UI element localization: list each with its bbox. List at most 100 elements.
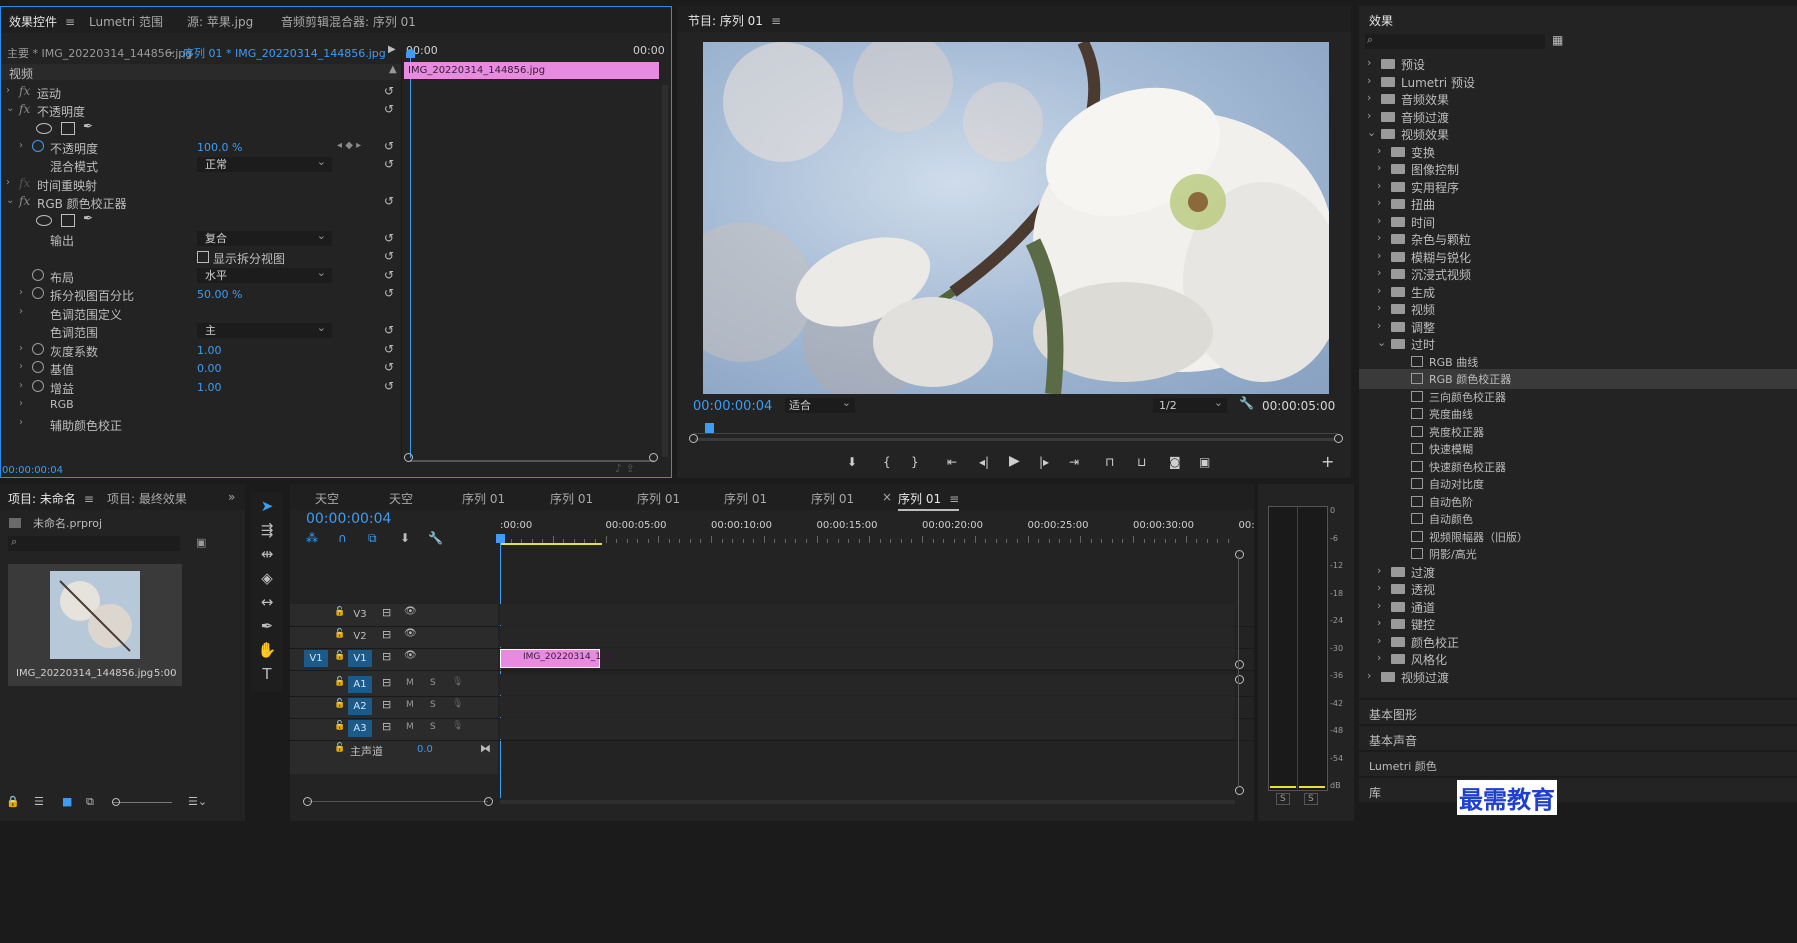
- lock-icon[interactable]: 🔓: [334, 607, 345, 617]
- mark-out-icon[interactable]: }: [911, 455, 919, 469]
- zoom-slider-handle[interactable]: [112, 798, 120, 806]
- chevron-right-icon[interactable]: ›: [1367, 56, 1371, 69]
- ellipse-mask-icon[interactable]: [36, 215, 52, 226]
- eye-icon[interactable]: 👁: [404, 628, 417, 639]
- opacity-value[interactable]: 100.0 %: [197, 141, 242, 154]
- chevron-down-icon[interactable]: ⌄: [1367, 126, 1376, 139]
- nest-icon[interactable]: ⁂: [306, 531, 318, 545]
- keyframe-nav-icon[interactable]: ◂ ◆ ▸: [337, 140, 361, 151]
- split-percent-value[interactable]: 50.00 %: [197, 288, 242, 301]
- row-gamma[interactable]: › 灰度系数 1.00 ↺: [1, 340, 459, 360]
- source-patch-v1[interactable]: V1: [304, 650, 328, 667]
- expand-icon[interactable]: ›: [19, 361, 23, 372]
- reset-icon[interactable]: ↺: [384, 249, 394, 263]
- layout-select[interactable]: 水平: [197, 265, 332, 283]
- zoom-handle-left[interactable]: [689, 434, 698, 443]
- project-item[interactable]: IMG_20220314_144856.jpg 5:00: [8, 564, 182, 686]
- chevron-right-icon[interactable]: ›: [1377, 616, 1381, 629]
- go-to-in-icon[interactable]: ⇤: [947, 455, 957, 469]
- timeline-h-scrollbar[interactable]: [500, 800, 1235, 804]
- play-icon[interactable]: ▶: [1009, 453, 1020, 469]
- fit-select[interactable]: 适合 ⌄: [785, 396, 855, 413]
- rectangle-mask-icon[interactable]: [61, 214, 75, 227]
- chevron-right-icon[interactable]: ›: [1377, 581, 1381, 594]
- scroll-handle-right[interactable]: [649, 453, 658, 462]
- timeline-clip[interactable]: IMG_20220314_144: [500, 649, 612, 668]
- row-tonal-def[interactable]: › 色调范围定义: [1, 303, 459, 323]
- pen-mask-icon[interactable]: ✒: [83, 119, 93, 133]
- audio-export-icon[interactable]: ♪ ⇪: [615, 462, 635, 475]
- chevron-right-icon[interactable]: ›: [1377, 301, 1381, 314]
- program-playhead[interactable]: [705, 423, 714, 433]
- timeline-scrollbar[interactable]: [308, 801, 488, 802]
- pen-tool-icon[interactable]: ✒: [257, 616, 277, 636]
- expand-icon[interactable]: ⌄: [6, 195, 14, 206]
- expand-icon[interactable]: ›: [19, 380, 23, 391]
- zoom-bar[interactable]: [695, 438, 1335, 441]
- settings-wrench-icon[interactable]: 🔧: [1239, 396, 1254, 410]
- sync-lock-icon[interactable]: ⊟: [382, 720, 391, 733]
- panel-menu-icon[interactable]: ≡: [84, 492, 94, 506]
- chevron-right-icon[interactable]: ›: [1377, 266, 1381, 279]
- chevron-right-icon[interactable]: ›: [1377, 214, 1381, 227]
- row-show-split[interactable]: 显示拆分视图 ↺: [1, 247, 459, 267]
- snap-icon[interactable]: ∩: [338, 531, 347, 545]
- rectangle-mask-icon[interactable]: [61, 122, 75, 135]
- tab-sequence[interactable]: 天空: [389, 490, 413, 507]
- lock-icon[interactable]: 🔓: [334, 743, 345, 753]
- lift-icon[interactable]: ⊓: [1105, 455, 1114, 469]
- ellipse-mask-icon[interactable]: [36, 123, 52, 134]
- expand-icon[interactable]: ›: [6, 177, 10, 188]
- tab-sequence-active[interactable]: 序列 01 ≡: [898, 490, 960, 511]
- track-name[interactable]: A1: [348, 676, 372, 693]
- panel-lumetri-color[interactable]: Lumetri 颜色: [1359, 752, 1797, 776]
- row-blend-mode[interactable]: 混合模式 正常 ↺: [1, 154, 459, 175]
- sync-lock-icon[interactable]: ⊟: [382, 698, 391, 711]
- new-bin-icon[interactable]: ▦: [1552, 33, 1563, 47]
- solo-button[interactable]: S: [430, 678, 436, 688]
- track-name[interactable]: A2: [348, 698, 372, 715]
- tab-effect-controls[interactable]: 效果控件 ≡: [9, 13, 75, 30]
- panel-essential-graphics[interactable]: 基本图形: [1359, 700, 1797, 724]
- track-name[interactable]: V3: [348, 606, 372, 623]
- selection-tool-icon[interactable]: ➤: [257, 496, 277, 516]
- reset-icon[interactable]: ↺: [384, 360, 394, 374]
- master-clip-label[interactable]: 主要 * IMG_20220314_144856.jpg: [7, 45, 192, 61]
- tab-project-final[interactable]: 项目: 最终效果: [107, 490, 187, 507]
- icon-view-icon[interactable]: ■: [62, 795, 72, 808]
- show-split-checkbox[interactable]: [197, 251, 209, 263]
- in-out-range-bar[interactable]: [500, 543, 602, 545]
- solo-right-button[interactable]: S: [1304, 793, 1318, 805]
- scroll-handle-left[interactable]: [404, 453, 413, 462]
- step-forward-icon[interactable]: |▸: [1039, 455, 1049, 469]
- stopwatch-icon[interactable]: [32, 140, 44, 152]
- chevron-right-icon[interactable]: ›: [1377, 179, 1381, 192]
- microphone-icon[interactable]: 🎙: [452, 699, 463, 709]
- stopwatch-icon[interactable]: [32, 269, 44, 281]
- sync-lock-icon[interactable]: ⊟: [382, 650, 391, 663]
- solo-left-button[interactable]: S: [1276, 793, 1290, 805]
- chevron-right-icon[interactable]: ›: [1377, 161, 1381, 174]
- track-row[interactable]: V1 IMG_20220314_144 🔓 V1 ⊟ 👁: [290, 648, 1254, 671]
- go-to-end-icon[interactable]: ⧓: [480, 742, 491, 755]
- row-time-remap[interactable]: › fx 时间重映射: [1, 174, 459, 194]
- panel-menu-icon[interactable]: ≡: [949, 492, 959, 506]
- sequence-clip-label[interactable]: 序列 01 * IMG_20220314_144856.jpg: [183, 45, 386, 61]
- fx-icon[interactable]: fx: [19, 102, 30, 116]
- vertical-scrollbar[interactable]: [662, 85, 668, 457]
- v-scroll-line[interactable]: [1238, 556, 1239, 788]
- resolution-select[interactable]: 1/2 ⌄: [1153, 396, 1227, 413]
- sync-lock-icon[interactable]: ⊟: [382, 628, 391, 641]
- lock-icon[interactable]: 🔓: [334, 629, 345, 639]
- find-bin-icon[interactable]: ▣: [196, 536, 206, 549]
- v-zoom-handle[interactable]: [1235, 675, 1244, 684]
- chevron-right-icon[interactable]: ›: [1377, 249, 1381, 262]
- fx-icon[interactable]: fx: [19, 84, 30, 98]
- mute-button[interactable]: M: [406, 678, 414, 688]
- expand-icon[interactable]: ›: [19, 417, 23, 428]
- scroll-handle-right[interactable]: [484, 797, 493, 806]
- gamma-value[interactable]: 1.00: [197, 344, 222, 357]
- fx-icon[interactable]: fx: [19, 176, 30, 190]
- tab-lumetri-scopes[interactable]: Lumetri 范围: [89, 13, 163, 30]
- microphone-icon[interactable]: 🎙: [452, 721, 463, 731]
